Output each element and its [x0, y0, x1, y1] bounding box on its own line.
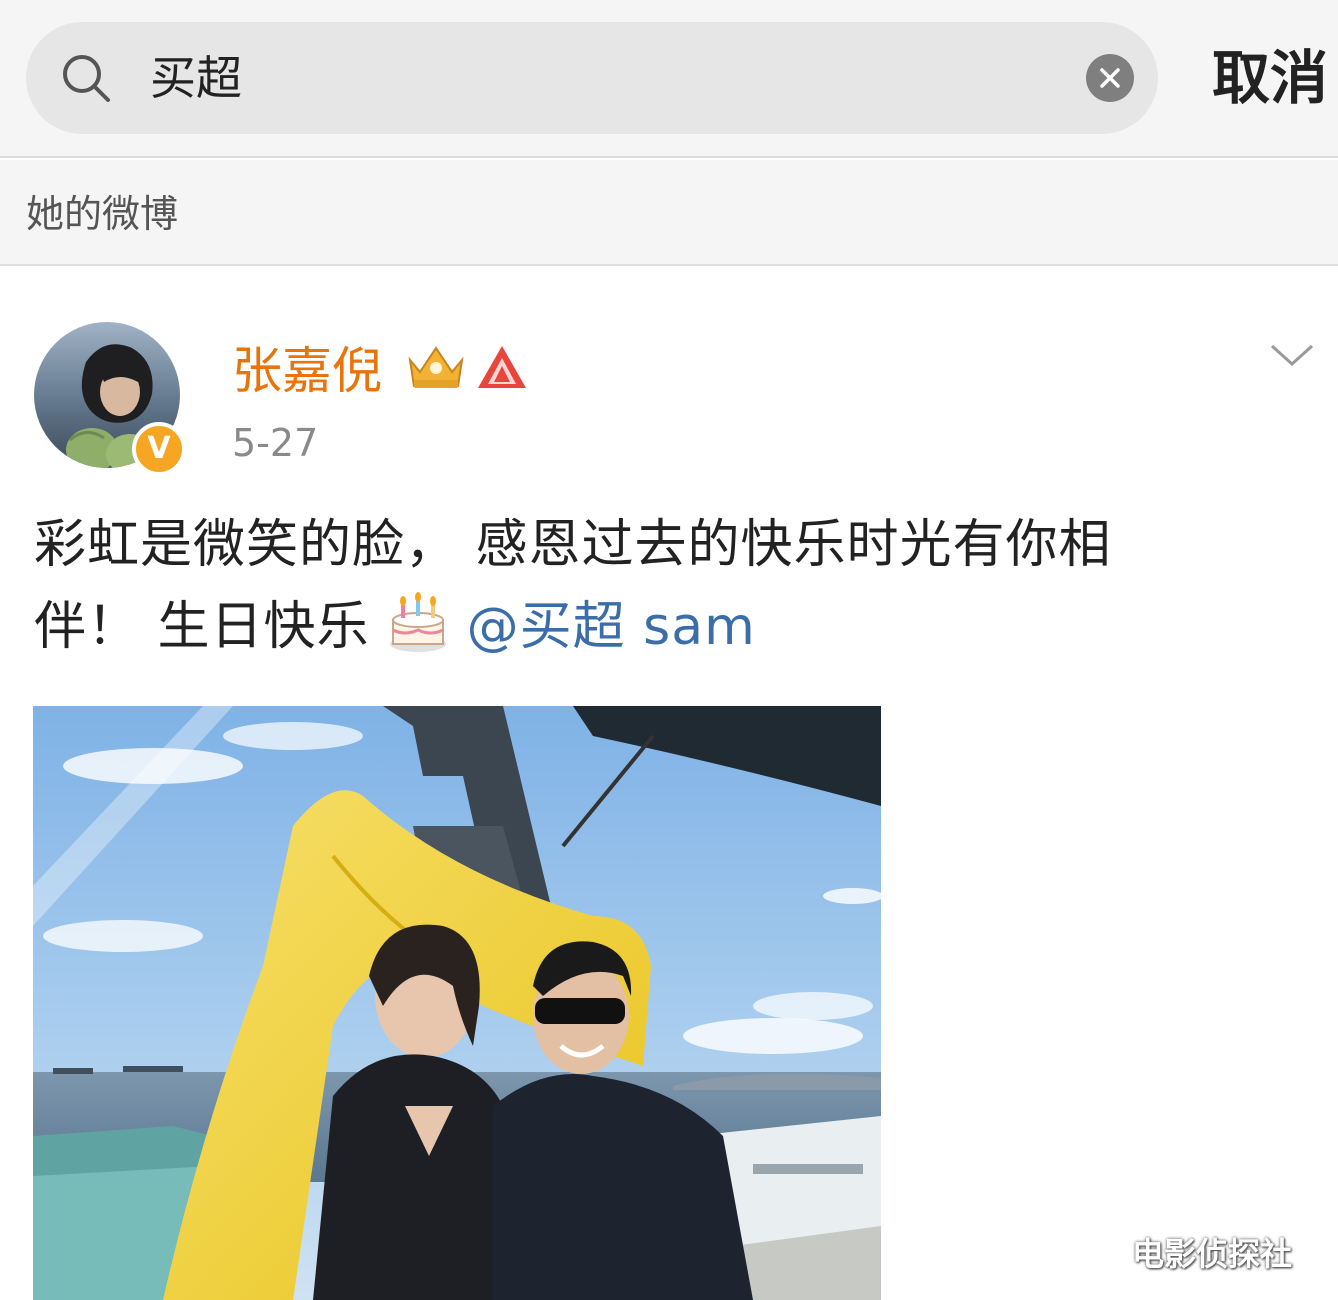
- author-name[interactable]: 张嘉倪: [232, 338, 382, 404]
- section-header: 她的微博: [0, 160, 1338, 266]
- section-title: 她的微博: [26, 192, 179, 236]
- close-icon: [1100, 68, 1120, 88]
- post-text: 彩虹是微笑的脸， 感恩过去的快乐时光有你相伴！ 生日快乐 @买超 sam: [34, 504, 1214, 668]
- crown-badge-icon: [408, 346, 464, 388]
- search-input[interactable]: 买超: [150, 46, 242, 110]
- level-badge-icon: [478, 346, 526, 388]
- post-photo[interactable]: [33, 706, 881, 1300]
- clear-search-button[interactable]: [1086, 54, 1134, 102]
- verified-badge: V: [132, 422, 186, 476]
- watermark: 电影侦探社: [1132, 1235, 1293, 1273]
- weibo-post[interactable]: V 张嘉倪 5-27 彩虹是微笑的脸， 感恩过去的快乐时光有你相伴！ 生日快乐: [0, 268, 1338, 1300]
- verified-mark: V: [147, 431, 171, 466]
- search-header: 买超 取消: [0, 0, 1338, 158]
- search-icon: [63, 55, 110, 102]
- search-bar[interactable]: 买超: [26, 22, 1158, 134]
- birthday-cake-icon: [390, 592, 447, 652]
- weibo-search-result-page: 买超 取消 她的微博 V 张嘉倪 5-27 彩虹是微笑的脸， 感恩过去的快乐时光…: [0, 0, 1338, 1300]
- mention-link[interactable]: @买超 sam: [467, 597, 756, 657]
- chevron-down-icon[interactable]: [1270, 342, 1314, 368]
- cancel-button[interactable]: 取消: [1212, 40, 1328, 116]
- post-date: 5-27: [232, 421, 319, 465]
